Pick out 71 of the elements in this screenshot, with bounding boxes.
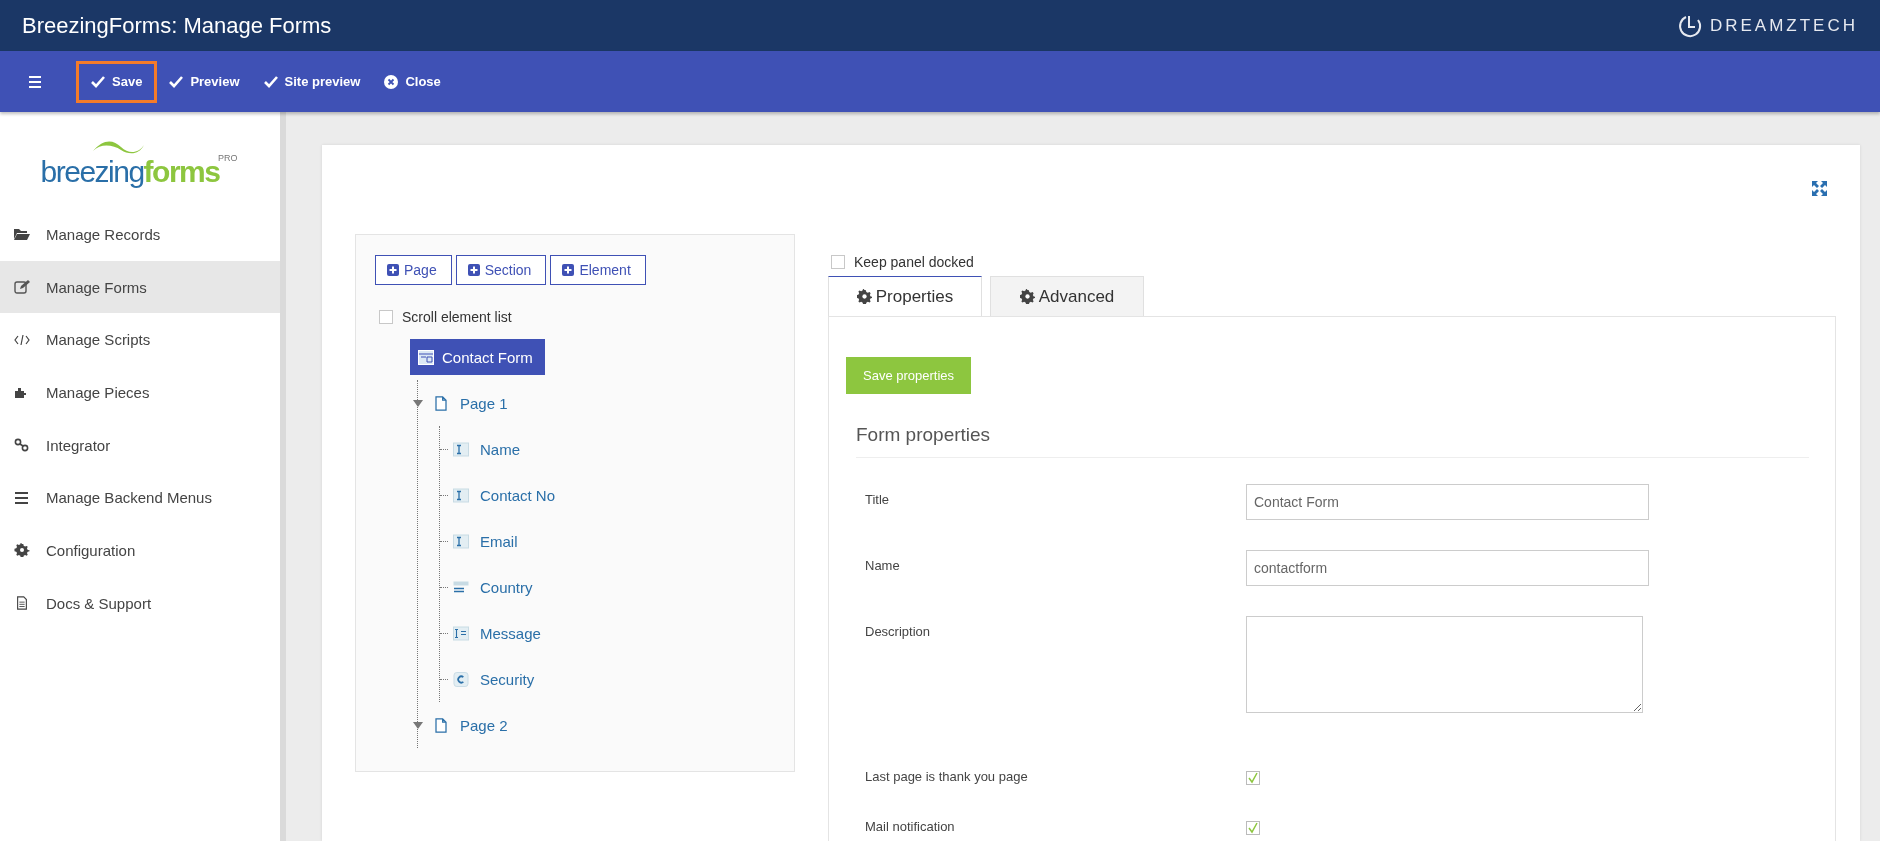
expand-icon[interactable] bbox=[1811, 180, 1828, 197]
sidebar-item[interactable]: Manage Scripts bbox=[0, 313, 280, 367]
edit-icon bbox=[14, 280, 30, 295]
field-label: Last page is thank you page bbox=[865, 768, 1029, 784]
checkbox-label: Scroll element list bbox=[402, 309, 512, 325]
checkbox[interactable] bbox=[831, 255, 845, 269]
textarea-field-icon bbox=[453, 625, 469, 641]
toolbar-button[interactable]: Save bbox=[76, 60, 158, 103]
window-title: BreezingForms: Manage Forms bbox=[22, 12, 332, 39]
tree-node[interactable]: Page 1 bbox=[456, 392, 512, 414]
field-label: Name bbox=[865, 557, 901, 575]
add-button[interactable]: Section bbox=[455, 255, 547, 285]
dropdown-field-icon bbox=[453, 579, 469, 595]
tree-node[interactable]: Email bbox=[476, 530, 522, 552]
plus-icon bbox=[387, 264, 399, 276]
caret-icon[interactable] bbox=[413, 399, 423, 407]
form-icon bbox=[418, 349, 434, 365]
menu-icon bbox=[14, 490, 30, 505]
text-field-icon bbox=[453, 487, 469, 503]
toolbar-button[interactable]: Close bbox=[372, 60, 453, 103]
caret-icon[interactable] bbox=[413, 721, 423, 729]
brand-name: DREAMZTECH bbox=[1709, 15, 1858, 36]
link-icon bbox=[14, 438, 30, 453]
sidebar-item[interactable]: Configuration bbox=[0, 524, 280, 577]
text-field-icon bbox=[453, 533, 469, 549]
tab[interactable]: Properties bbox=[828, 276, 982, 316]
input-field[interactable]: Contact Form bbox=[1246, 484, 1649, 520]
checkbox[interactable] bbox=[1246, 821, 1260, 835]
textarea-field[interactable] bbox=[1246, 616, 1643, 713]
field-label: Description bbox=[865, 623, 932, 641]
tab[interactable]: Advanced bbox=[990, 276, 1144, 316]
tree-node[interactable]: Message bbox=[476, 622, 545, 644]
tree-node[interactable]: Contact No bbox=[476, 484, 560, 506]
toolbar-button[interactable]: Site preview bbox=[251, 60, 373, 103]
plus-icon bbox=[562, 264, 575, 276]
folder-icon bbox=[14, 227, 30, 242]
toolbar-button[interactable]: Preview bbox=[157, 60, 252, 103]
sidebar-item[interactable]: Manage Records bbox=[0, 208, 280, 261]
section-title: Form properties bbox=[856, 424, 1809, 458]
tree-node[interactable]: Security bbox=[476, 668, 539, 690]
settings-icon bbox=[856, 289, 872, 304]
plus-icon bbox=[467, 264, 480, 276]
check-icon bbox=[169, 74, 184, 89]
input-field[interactable]: contactform bbox=[1246, 550, 1649, 586]
code-icon bbox=[14, 332, 30, 347]
add-button[interactable]: Page bbox=[375, 255, 452, 285]
settings-icon bbox=[14, 543, 30, 558]
tree-node[interactable]: Country bbox=[476, 576, 537, 598]
checkbox[interactable] bbox=[379, 310, 393, 324]
logo-icon bbox=[1677, 13, 1702, 38]
tree-node[interactable]: Name bbox=[476, 438, 524, 460]
captcha-icon bbox=[453, 671, 469, 687]
tree-node[interactable]: Contact Form bbox=[410, 339, 545, 375]
sidebar-item[interactable]: Integrator bbox=[0, 418, 280, 472]
check-icon bbox=[263, 74, 278, 89]
field-label: Mail notification bbox=[865, 818, 956, 834]
close-icon bbox=[384, 74, 399, 89]
document-icon bbox=[14, 596, 30, 611]
field-label: Title bbox=[865, 491, 891, 509]
checkbox[interactable] bbox=[1246, 771, 1260, 785]
page-icon bbox=[433, 717, 449, 733]
check-icon bbox=[91, 74, 105, 89]
add-button[interactable]: Element bbox=[550, 255, 646, 285]
sidebar-item[interactable]: Docs & Support bbox=[0, 576, 280, 630]
page-icon bbox=[433, 395, 449, 411]
tree-node[interactable]: Page 2 bbox=[456, 714, 512, 736]
text-field-icon bbox=[453, 441, 469, 457]
sidebar-item[interactable]: Manage Forms bbox=[0, 260, 280, 314]
checkbox-label: Keep panel docked bbox=[854, 254, 974, 270]
sidebar-item[interactable]: Manage Pieces bbox=[0, 366, 280, 419]
sidebar-item[interactable]: Manage Backend Menus bbox=[0, 471, 280, 525]
